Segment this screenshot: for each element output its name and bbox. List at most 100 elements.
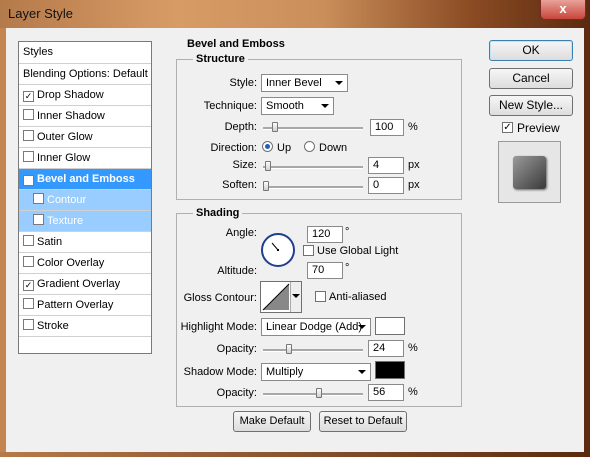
highlight-color-swatch[interactable] — [375, 317, 405, 335]
direction-up-radio[interactable] — [262, 141, 273, 152]
soften-slider-thumb[interactable] — [263, 181, 269, 191]
highlight-mode-value: Linear Dodge (Add) — [266, 321, 363, 333]
style-select-value: Inner Bevel — [266, 77, 322, 89]
use-global-light-label[interactable]: Use Global Light — [317, 245, 398, 257]
altitude-input[interactable]: 70 — [307, 262, 343, 279]
highlight-opacity-slider-track[interactable] — [263, 349, 363, 352]
style-checkbox[interactable]: ✓ — [23, 280, 34, 291]
styles-list-item-label: Outer Glow — [37, 131, 93, 143]
shadow-color-swatch[interactable] — [375, 361, 405, 379]
style-checkbox[interactable] — [23, 130, 34, 141]
styles-list-item[interactable]: Stroke — [19, 316, 151, 337]
ok-button[interactable]: OK — [489, 40, 573, 61]
preview-checkbox[interactable]: ✓ — [502, 122, 513, 133]
styles-list-item[interactable]: Color Overlay — [19, 253, 151, 274]
window-bottom-border — [0, 452, 590, 457]
preview-swatch — [513, 156, 546, 189]
highlight-mode-select[interactable]: Linear Dodge (Add) — [261, 318, 371, 336]
reset-to-default-button[interactable]: Reset to Default — [319, 411, 407, 432]
direction-label: Direction: — [210, 142, 257, 154]
styles-list-item[interactable]: Pattern Overlay — [19, 295, 151, 316]
style-checkbox[interactable] — [33, 214, 44, 225]
preview-thumbnail — [498, 141, 561, 203]
highlight-opacity-slider-thumb[interactable] — [285, 344, 292, 354]
styles-list-item[interactable]: Texture — [19, 211, 151, 232]
direction-down-label[interactable]: Down — [319, 142, 347, 154]
angle-dial[interactable] — [260, 232, 296, 268]
close-button[interactable]: x — [540, 0, 586, 20]
style-checkbox[interactable] — [33, 193, 44, 204]
styles-header-label: Styles — [23, 46, 53, 58]
angle-unit: ° — [345, 226, 350, 238]
styles-list-item[interactable]: Contour — [19, 190, 151, 211]
depth-unit: % — [408, 121, 418, 133]
depth-input[interactable]: 100 — [370, 119, 404, 136]
style-checkbox[interactable]: ✓ — [23, 175, 34, 186]
styles-list-item-label: Stroke — [37, 320, 69, 332]
highlight-mode-label: Highlight Mode: — [180, 321, 257, 333]
styles-header[interactable]: Styles — [19, 42, 151, 64]
size-unit: px — [408, 159, 420, 171]
cancel-button[interactable]: Cancel — [489, 68, 573, 89]
styles-list-item[interactable]: Blending Options: Default — [19, 64, 151, 85]
style-checkbox[interactable] — [23, 151, 34, 162]
highlight-opacity-input[interactable]: 24 — [368, 340, 404, 357]
styles-list-item[interactable]: Inner Glow — [19, 148, 151, 169]
soften-unit: px — [408, 179, 420, 191]
chevron-down-icon — [358, 370, 366, 374]
contour-dropdown[interactable] — [290, 282, 301, 312]
shadow-mode-value: Multiply — [266, 366, 304, 378]
style-select[interactable]: Inner Bevel — [261, 74, 348, 92]
style-checkbox[interactable] — [23, 319, 34, 330]
angle-input[interactable]: 120 — [307, 226, 343, 243]
style-checkbox[interactable] — [23, 256, 34, 267]
new-style-button[interactable]: New Style... — [489, 95, 573, 116]
style-label: Style: — [229, 77, 257, 89]
chevron-down-icon — [292, 294, 300, 298]
anti-aliased-checkbox[interactable] — [315, 291, 326, 302]
soften-input[interactable]: 0 — [368, 177, 404, 194]
size-slider-track[interactable] — [263, 166, 363, 169]
style-checkbox[interactable]: ✓ — [23, 91, 34, 102]
style-checkbox[interactable] — [23, 235, 34, 246]
make-default-button[interactable]: Make Default — [233, 411, 311, 432]
anti-aliased-label[interactable]: Anti-aliased — [329, 291, 386, 303]
size-input[interactable]: 4 — [368, 157, 404, 174]
title-bar[interactable]: Layer Style x — [0, 0, 590, 28]
styles-list: Styles Blending Options: Default ✓ Drop Sh… — [18, 41, 152, 354]
window-title: Layer Style — [8, 6, 74, 21]
style-checkbox[interactable] — [23, 298, 34, 309]
use-global-light-checkbox[interactable] — [303, 245, 314, 256]
styles-list-item[interactable]: Inner Shadow — [19, 106, 151, 127]
styles-list-item-label: Bevel and Emboss — [37, 173, 135, 185]
technique-select[interactable]: Smooth — [261, 97, 334, 115]
shadow-mode-select[interactable]: Multiply — [261, 363, 371, 381]
structure-title: Structure — [193, 53, 248, 65]
shadow-opacity-input[interactable]: 56 — [368, 384, 404, 401]
altitude-unit: ° — [345, 262, 350, 274]
soften-slider-track[interactable] — [263, 186, 363, 189]
size-slider-thumb[interactable] — [264, 161, 271, 171]
shadow-opacity-slider-track[interactable] — [263, 393, 363, 396]
styles-list-item-label: Texture — [47, 215, 84, 227]
depth-label: Depth: — [224, 121, 257, 133]
gloss-contour-label: Gloss Contour: — [183, 292, 257, 304]
direction-down-radio[interactable] — [304, 141, 315, 152]
depth-slider-thumb[interactable] — [272, 122, 279, 132]
altitude-label: Altitude: — [217, 265, 257, 277]
preview-label[interactable]: Preview — [517, 121, 560, 135]
highlight-opacity-label: Opacity: — [216, 343, 257, 355]
styles-list-item[interactable]: ✓ Drop Shadow — [19, 85, 151, 106]
styles-list-item[interactable]: ✓ Gradient Overlay — [19, 274, 151, 295]
shadow-opacity-slider-thumb[interactable] — [315, 388, 322, 398]
chevron-down-icon — [335, 81, 343, 85]
highlight-opacity-unit: % — [408, 342, 418, 354]
styles-list-item-label: Blending Options: Default — [23, 68, 148, 80]
direction-up-label[interactable]: Up — [277, 142, 291, 154]
shadow-opacity-unit: % — [408, 386, 418, 398]
style-checkbox[interactable] — [23, 109, 34, 120]
styles-list-item[interactable]: Satin — [19, 232, 151, 253]
styles-list-item[interactable]: ✓ Bevel and Emboss — [19, 169, 151, 190]
styles-list-item[interactable]: Outer Glow — [19, 127, 151, 148]
gloss-contour-picker[interactable] — [260, 281, 302, 313]
